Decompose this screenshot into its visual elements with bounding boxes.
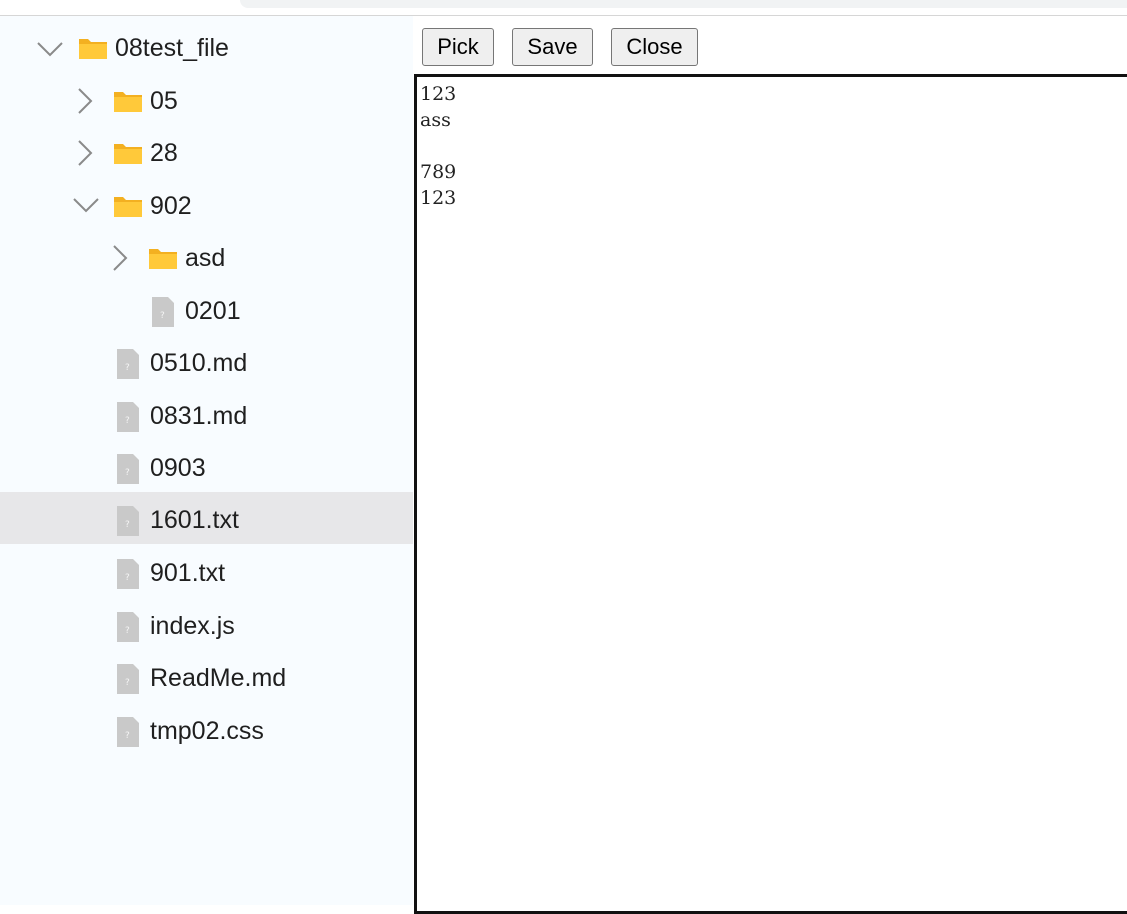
svg-text:?: ? <box>125 678 130 688</box>
svg-text:?: ? <box>125 626 130 636</box>
svg-text:?: ? <box>125 520 130 530</box>
tree-row-28[interactable]: 28 <box>0 127 413 179</box>
chevron-down-icon[interactable] <box>36 22 64 74</box>
folder-icon <box>148 232 178 284</box>
chevron-down-icon[interactable] <box>72 180 100 232</box>
folder-icon <box>113 75 143 127</box>
tree-row-05[interactable]: 05 <box>0 75 413 127</box>
pick-button[interactable]: Pick <box>422 28 494 66</box>
tree-row-0831-md[interactable]: ? 0831.md <box>0 390 413 442</box>
svg-text:?: ? <box>125 731 130 741</box>
tree-row-asd[interactable]: asd <box>0 232 413 284</box>
folder-icon <box>113 127 143 179</box>
tree-row-0903[interactable]: ? 0903 <box>0 442 413 494</box>
tree-item-label: index.js <box>150 612 235 640</box>
browser-tab-strip-edge <box>240 0 1127 8</box>
file-icon: ? <box>116 547 146 599</box>
svg-text:?: ? <box>125 573 130 583</box>
tree-row-index-js[interactable]: ? index.js <box>0 600 413 652</box>
close-button[interactable]: Close <box>611 28 698 66</box>
tree-row-0201[interactable]: ? 0201 <box>0 285 413 337</box>
tree-item-label: ReadMe.md <box>150 664 287 692</box>
save-button[interactable]: Save <box>512 28 593 66</box>
svg-text:?: ? <box>125 468 130 478</box>
tree-item-label: 1601.txt <box>150 506 239 534</box>
tree-item-label: asd <box>185 244 226 272</box>
file-icon: ? <box>116 442 146 494</box>
svg-text:?: ? <box>125 363 130 373</box>
tree-item-label: 28 <box>150 139 178 167</box>
chevron-right-icon[interactable] <box>107 232 135 284</box>
tree-item-label: 901.txt <box>150 559 226 587</box>
tree-item-label: 902 <box>150 192 192 220</box>
file-icon: ? <box>116 337 146 389</box>
tree-item-label: 0201 <box>185 297 241 325</box>
file-content-editor[interactable] <box>414 74 1127 914</box>
file-icon: ? <box>116 600 146 652</box>
svg-text:?: ? <box>125 416 130 426</box>
svg-text:?: ? <box>160 311 165 321</box>
tree-row-1601-txt[interactable]: ? 1601.txt <box>0 492 413 544</box>
chevron-right-icon[interactable] <box>72 127 100 179</box>
chevron-right-icon[interactable] <box>72 75 100 127</box>
browser-top-edge <box>0 0 1127 16</box>
tree-item-label: 05 <box>150 87 178 115</box>
file-icon: ? <box>116 652 146 704</box>
file-icon: ? <box>116 492 146 544</box>
tree-item-label: 0903 <box>150 454 206 482</box>
tree-row-0510-md[interactable]: ? 0510.md <box>0 337 413 389</box>
tree-row-readme-md[interactable]: ? ReadMe.md <box>0 652 413 704</box>
tree-item-label: tmp02.css <box>150 717 264 745</box>
file-icon: ? <box>116 390 146 442</box>
tree-item-label: 0831.md <box>150 402 248 430</box>
tree-item-label: 0510.md <box>150 349 248 377</box>
file-icon: ? <box>151 285 181 337</box>
tree-row-08test-file[interactable]: 08test_file <box>0 22 413 74</box>
tree-row-902[interactable]: 902 <box>0 180 413 232</box>
folder-icon <box>113 180 143 232</box>
file-icon: ? <box>116 705 146 757</box>
tree-item-label: 08test_file <box>115 34 229 62</box>
tree-row-901-txt[interactable]: ? 901.txt <box>0 547 413 599</box>
tree-row-tmp02-css[interactable]: ? tmp02.css <box>0 705 413 757</box>
file-tree-sidebar: 08test_file 05 28 902 asd ? 0201 ? 0510.… <box>0 16 413 905</box>
folder-icon <box>78 22 108 74</box>
